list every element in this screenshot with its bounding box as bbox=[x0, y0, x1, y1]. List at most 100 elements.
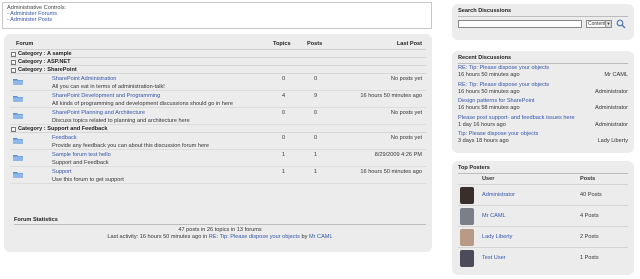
expand-icon[interactable]: - bbox=[11, 127, 16, 132]
poster-link[interactable]: Mr CAML bbox=[482, 213, 506, 219]
search-panel-title: Search Discussions bbox=[458, 8, 628, 17]
forum-posts-count: 9 bbox=[314, 93, 318, 99]
forum-description: All kinds of programming and development… bbox=[52, 100, 233, 107]
forum-topics-count: 1 bbox=[282, 152, 286, 158]
folder-icon bbox=[13, 172, 23, 178]
list-item: Design patterns for SharePoint 16 hours … bbox=[458, 97, 628, 114]
top-posters-header: User Posts bbox=[458, 174, 628, 184]
forum-topics-count: 0 bbox=[282, 110, 286, 116]
table-row: Test User 1 Posts bbox=[458, 247, 628, 268]
avatar[interactable] bbox=[460, 229, 474, 246]
forum-panel: Forum Topics Posts Last Post - Category … bbox=[4, 34, 432, 252]
last-activity-topic-link[interactable]: RE: Tip: Please dispose your objects bbox=[209, 234, 300, 240]
expand-icon[interactable]: - bbox=[11, 52, 16, 57]
forum-last-post: 16 hours 50 minutes ago bbox=[360, 169, 422, 175]
poster-post-count: 2 Posts bbox=[580, 234, 599, 240]
forum-posts-count: 1 bbox=[314, 152, 318, 158]
last-activity-prefix: Last activity: 16 hours 50 minutes ago i… bbox=[107, 234, 208, 240]
avatar[interactable] bbox=[460, 187, 474, 204]
col-posts: Posts bbox=[307, 41, 323, 47]
administer-forums-link[interactable]: - Administer Forums bbox=[7, 11, 57, 17]
forum-link[interactable]: SharePoint Planning and Architecture bbox=[52, 110, 145, 116]
recent-topic-link[interactable]: Please post support- and feedback issues… bbox=[458, 115, 575, 121]
forum-topics-count: 1 bbox=[282, 169, 286, 175]
forum-posts-count: 0 bbox=[314, 76, 318, 82]
forum-topics-count: 0 bbox=[282, 76, 286, 82]
forum-posts-count: 1 bbox=[314, 169, 318, 175]
last-activity-by: by bbox=[301, 234, 308, 240]
category-sharepoint[interactable]: - Category : SharePoint bbox=[10, 66, 426, 74]
last-activity-user-link[interactable]: Mr CAML bbox=[309, 234, 333, 240]
forum-link[interactable]: Feedback bbox=[52, 135, 77, 141]
forum-row: SharePoint Development and Programming A… bbox=[10, 91, 426, 108]
table-row: Lady Liberty 2 Posts bbox=[458, 226, 628, 247]
administer-posts-link[interactable]: - Administer Posts bbox=[7, 17, 52, 23]
search-scope-value: Content bbox=[588, 21, 606, 27]
recent-discussions-title: Recent Discussions bbox=[458, 55, 628, 64]
search-icon[interactable] bbox=[616, 19, 626, 29]
list-item: RE: Tip: Please dispose your objects 16 … bbox=[458, 81, 628, 98]
recent-user: Mr CAML bbox=[604, 72, 628, 78]
expand-icon[interactable]: - bbox=[11, 60, 16, 65]
forum-last-post: No posts yet bbox=[390, 76, 422, 82]
recent-time: 16 hours 58 minutes ago bbox=[458, 105, 520, 111]
recent-time: 16 hours 50 minutes ago bbox=[458, 72, 520, 78]
forum-last-post: 16 hours 50 minutes ago bbox=[360, 93, 422, 99]
avatar[interactable] bbox=[460, 250, 474, 267]
recent-topic-link[interactable]: RE: Tip: Please dispose your objects bbox=[458, 65, 549, 71]
recent-topic-link[interactable]: Tip: Please dispose your objects bbox=[458, 131, 538, 137]
recent-user: Lady Liberty bbox=[597, 138, 628, 144]
folder-icon bbox=[13, 155, 23, 161]
list-item: Tip: Please dispose your objects 3 days … bbox=[458, 130, 628, 147]
forum-link[interactable]: SharePoint Administration bbox=[52, 76, 116, 82]
forum-row: SharePoint Administration All you can ea… bbox=[10, 74, 426, 91]
recent-user: Administrator bbox=[595, 105, 628, 111]
recent-topic-link[interactable]: RE: Tip: Please dispose your objects bbox=[458, 82, 549, 88]
recent-topic-link[interactable]: Design patterns for SharePoint bbox=[458, 98, 535, 104]
category-label: Category : A sample bbox=[18, 51, 72, 57]
folder-icon bbox=[13, 138, 23, 144]
category-a-sample[interactable]: - Category : A sample bbox=[10, 50, 426, 58]
category-support-and-feedback[interactable]: - Category : Support and Feedback bbox=[10, 125, 426, 133]
table-row: Administrator 40 Posts bbox=[458, 184, 628, 205]
recent-user: Administrator bbox=[595, 88, 628, 95]
category-label: Category : ASP.NET bbox=[18, 59, 71, 65]
forum-link[interactable]: SharePoint Development and Programming bbox=[52, 93, 160, 99]
forum-statistics-title: Forum Statistics bbox=[14, 217, 426, 225]
expand-icon[interactable]: - bbox=[11, 68, 16, 73]
poster-link[interactable]: Test User bbox=[482, 255, 506, 261]
forum-last-post: No posts yet bbox=[390, 135, 422, 141]
category-aspnet[interactable]: - Category : ASP.NET bbox=[10, 58, 426, 66]
forum-statistics-summary: 47 posts in 26 topics in 13 forums bbox=[178, 227, 262, 233]
list-item: Please post support- and feedback issues… bbox=[458, 114, 628, 131]
forum-link[interactable]: Support bbox=[52, 169, 72, 175]
poster-post-count: 40 Posts bbox=[580, 192, 602, 198]
top-posters-title: Top Posters bbox=[458, 165, 628, 174]
forum-topics-count: 4 bbox=[282, 93, 286, 99]
forum-row: Feedback Provide any feedback you can ab… bbox=[10, 133, 426, 150]
search-input[interactable] bbox=[458, 20, 582, 28]
poster-link[interactable]: Lady Liberty bbox=[482, 234, 512, 240]
search-scope-select[interactable]: Content ▼ bbox=[586, 20, 612, 28]
forum-row: Sample forum test hello Support and Feed… bbox=[10, 150, 426, 167]
category-label: Category : Support and Feedback bbox=[18, 126, 108, 132]
forum-link[interactable]: Sample forum test hello bbox=[52, 152, 111, 158]
chevron-down-icon[interactable]: ▼ bbox=[605, 21, 611, 27]
forum-description: Use this forum to get support bbox=[52, 176, 124, 183]
forum-topics-count: 0 bbox=[282, 135, 286, 141]
col-user: User bbox=[482, 176, 495, 182]
admin-controls: Administrative Controls: - Administer Fo… bbox=[2, 2, 432, 29]
poster-link[interactable]: Administrator bbox=[482, 192, 515, 198]
forum-last-post: No posts yet bbox=[390, 110, 422, 116]
forum-table-header: Forum Topics Posts Last Post bbox=[10, 38, 426, 50]
col-posts: Posts bbox=[580, 176, 596, 182]
avatar[interactable] bbox=[460, 208, 474, 225]
forum-description: Provide any feedback you can about this … bbox=[52, 142, 210, 149]
forum-row: Support Use this forum to get support 1 … bbox=[10, 167, 426, 184]
recent-time: 1 day 16 hours ago bbox=[458, 121, 506, 128]
search-panel: Search Discussions Content ▼ bbox=[452, 4, 634, 40]
forum-description: Discuss topics related to planning and a… bbox=[52, 117, 190, 124]
top-posters-panel: Top Posters User Posts Administrator 40 … bbox=[452, 161, 634, 275]
col-last-post: Last Post bbox=[396, 41, 422, 47]
list-item: RE: Tip: Please dispose your objects 16 … bbox=[458, 64, 628, 81]
